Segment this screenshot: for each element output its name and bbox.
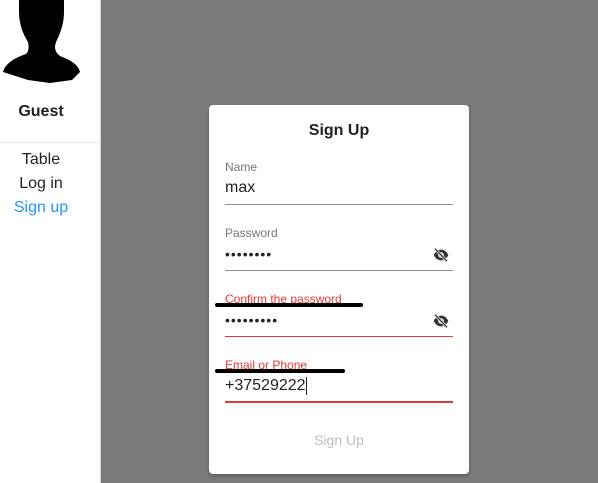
nav-item-log-in[interactable]: Log in — [0, 172, 82, 196]
app-root: Guest Table Log in Sign up Sign Up Name … — [0, 0, 598, 483]
annotation-underline-stroke — [215, 303, 363, 307]
email-or-phone-input[interactable] — [225, 375, 425, 397]
sign-up-submit-button[interactable]: Sign Up — [289, 425, 389, 455]
annotation-underline-stroke — [215, 369, 345, 373]
nav-item-sign-up[interactable]: Sign up — [0, 196, 82, 220]
password-underline — [225, 270, 453, 271]
password-field: Password — [225, 226, 453, 274]
name-underline — [225, 204, 453, 205]
password-input[interactable] — [225, 243, 425, 265]
confirm-password-input[interactable] — [225, 309, 425, 331]
email-or-phone-underline — [225, 401, 453, 403]
password-label: Password — [225, 226, 278, 240]
dialog-title: Sign Up — [308, 122, 370, 139]
text-caret — [306, 377, 307, 395]
eye-off-icon[interactable] — [433, 247, 449, 263]
user-silhouette-icon — [3, 0, 80, 83]
name-field: Name — [225, 160, 453, 208]
confirm-password-field: Confirm the password — [225, 292, 453, 340]
sidebar-nav: Table Log in Sign up — [0, 148, 82, 220]
eye-off-icon[interactable] — [433, 313, 449, 329]
confirm-password-underline — [225, 336, 453, 337]
username: Guest — [18, 103, 64, 120]
nav-item-table[interactable]: Table — [0, 148, 82, 172]
name-label: Name — [225, 160, 258, 174]
sidebar-divider — [0, 142, 100, 143]
sidebar: Guest Table Log in Sign up — [0, 0, 101, 483]
email-or-phone-field: Email or Phone — [225, 358, 453, 406]
signup-dialog: Sign Up Name Password Confirm the passwo… — [209, 105, 469, 474]
name-input[interactable] — [225, 177, 425, 199]
